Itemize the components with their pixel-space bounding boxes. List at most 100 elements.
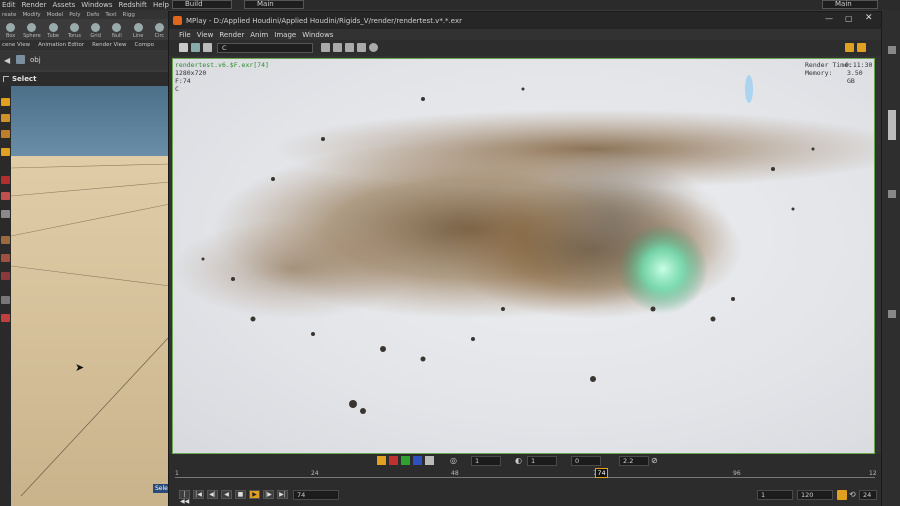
snap-tool-icon[interactable] <box>1 236 10 244</box>
stop-button[interactable]: ■ <box>235 490 246 499</box>
color-mode-icon[interactable] <box>377 456 386 465</box>
blue-channel-icon[interactable] <box>413 456 422 465</box>
shelf-tab-text[interactable]: Text <box>105 12 116 18</box>
green-channel-icon[interactable] <box>401 456 410 465</box>
tool-grid[interactable]: Grid <box>85 19 106 40</box>
menu-windows[interactable]: Windows <box>81 1 112 9</box>
camera-tool-icon[interactable] <box>1 296 10 304</box>
tool-line[interactable]: Line <box>128 19 149 40</box>
mplay-menu-anim[interactable]: Anim <box>250 31 268 39</box>
layout-split-icon[interactable] <box>857 43 866 52</box>
start-frame-field[interactable]: 1 <box>757 490 793 500</box>
view-tool-icon[interactable] <box>1 210 10 218</box>
select-tool-icon[interactable] <box>1 98 10 106</box>
menu-assets[interactable]: Assets <box>52 1 75 9</box>
shelf-tab-modify[interactable]: Modify <box>22 12 40 18</box>
target-icon[interactable]: ◎ <box>450 456 457 465</box>
step-back-button[interactable]: ◀| <box>207 490 218 499</box>
move-tool-icon[interactable] <box>1 114 10 122</box>
timeline-track[interactable] <box>175 477 875 478</box>
step-forward-button[interactable]: |▶ <box>263 490 274 499</box>
scale-tool-icon[interactable] <box>1 148 10 156</box>
loop-icon[interactable]: ⟲ <box>849 490 856 499</box>
maximize-icon[interactable]: ▢ <box>845 14 853 23</box>
tool-circle[interactable]: Circ <box>149 19 170 40</box>
brush-tool-icon[interactable] <box>1 272 10 280</box>
mplay-menu-image[interactable]: Image <box>274 31 296 39</box>
shelf-tab-poly[interactable]: Poly <box>69 12 80 18</box>
mplay-menu-view[interactable]: View <box>197 31 214 39</box>
settings-icon[interactable] <box>357 43 366 52</box>
end-frame-field[interactable]: 120 <box>797 490 833 500</box>
minimize-icon[interactable]: — <box>825 14 833 23</box>
tab-render-view[interactable]: Render View <box>92 42 126 48</box>
panel-icon[interactable] <box>888 46 896 54</box>
panel-icon-2[interactable] <box>888 190 896 198</box>
play-button[interactable]: ▶ <box>249 490 260 499</box>
zoom-icon[interactable] <box>321 43 330 52</box>
layout-single-icon[interactable] <box>845 43 854 52</box>
shelf-tab-model[interactable]: Model <box>47 12 64 18</box>
rotate-tool-icon[interactable] <box>1 130 10 138</box>
panel-icon-3[interactable] <box>888 310 896 318</box>
mplay-menu-render[interactable]: Render <box>219 31 244 39</box>
scroll-handle[interactable] <box>888 110 896 140</box>
tool-box[interactable]: Box <box>0 19 21 40</box>
tab-animation-editor[interactable]: Animation Editor <box>38 42 84 48</box>
tab-scene-view[interactable]: cene View <box>2 42 30 48</box>
mplay-menu-windows[interactable]: Windows <box>302 31 333 39</box>
goto-end-button[interactable]: ▶| <box>277 490 288 499</box>
exposure-icon[interactable]: ◐ <box>515 456 522 465</box>
alpha-channel-icon[interactable] <box>425 456 434 465</box>
menu-render[interactable]: Render <box>22 1 47 9</box>
grid-view-icon[interactable] <box>333 43 342 52</box>
exposure-field[interactable]: 1 <box>527 456 557 466</box>
mplay-toolbar: C <box>169 40 881 56</box>
mouse-cursor-icon: ➤ <box>75 361 85 374</box>
back-arrow-icon[interactable]: ◀ <box>4 56 10 65</box>
mplay-menu-file[interactable]: File <box>179 31 191 39</box>
shelf-tab-rigg[interactable]: Rigg <box>123 12 135 18</box>
channel-select[interactable]: C <box>217 43 313 53</box>
path-obj[interactable]: obj <box>30 56 41 64</box>
offset-field[interactable]: 0 <box>571 456 601 466</box>
monitor-icon[interactable] <box>203 43 212 52</box>
tool-tube[interactable]: Tube <box>43 19 64 40</box>
magnet-tool-icon[interactable] <box>1 254 10 262</box>
red-channel-icon[interactable] <box>389 456 398 465</box>
pose-tool-icon[interactable] <box>1 192 10 200</box>
menu-edit[interactable]: Edit <box>2 1 16 9</box>
scene-viewport[interactable]: ➤ Sele <box>11 86 170 506</box>
shelf-tab-create[interactable]: reate <box>2 12 16 18</box>
tool-sphere[interactable]: Sphere <box>21 19 42 40</box>
gamma-value-field[interactable]: 2.2 <box>619 456 649 466</box>
current-frame-marker[interactable]: 74 <box>595 468 608 478</box>
particle-explosion-image <box>173 75 874 414</box>
gamma-field[interactable]: 1 <box>471 456 501 466</box>
current-frame-field[interactable]: 74 <box>293 490 339 500</box>
open-file-icon[interactable] <box>179 43 188 52</box>
play-reverse-button[interactable]: ◀ <box>221 490 232 499</box>
image-icon[interactable] <box>191 43 200 52</box>
tool-torus[interactable]: Torus <box>64 19 85 40</box>
desktop-main-right-select[interactable]: Main <box>822 0 878 9</box>
fps-field[interactable]: 24 <box>859 490 877 500</box>
close-icon[interactable]: ✕ <box>865 13 873 23</box>
render-image-canvas[interactable]: rendertest.v6.$F.exr[74] 1280x720 F:74 C… <box>172 58 875 454</box>
menu-help[interactable]: Help <box>153 1 169 9</box>
info-icon[interactable] <box>369 43 378 52</box>
desktop-main-select[interactable]: Main <box>244 0 304 9</box>
shelf-tab-defo[interactable]: Defo <box>86 12 99 18</box>
lock-icon[interactable] <box>345 43 354 52</box>
realtime-toggle-icon[interactable] <box>837 490 847 500</box>
desktop-build-select[interactable]: Build <box>172 0 232 9</box>
tick-1: 1 <box>175 470 179 477</box>
tab-compositor[interactable]: Compo <box>135 42 154 48</box>
step-back-key-button[interactable]: |◀ <box>193 490 204 499</box>
render-tool-icon[interactable] <box>1 314 10 322</box>
menu-redshift[interactable]: Redshift <box>119 1 147 9</box>
handle-tool-icon[interactable] <box>1 176 10 184</box>
tool-null[interactable]: Null <box>106 19 127 40</box>
eyedropper-icon[interactable]: ⊘ <box>651 456 658 465</box>
goto-start-button[interactable]: |◀◀ <box>179 490 190 505</box>
